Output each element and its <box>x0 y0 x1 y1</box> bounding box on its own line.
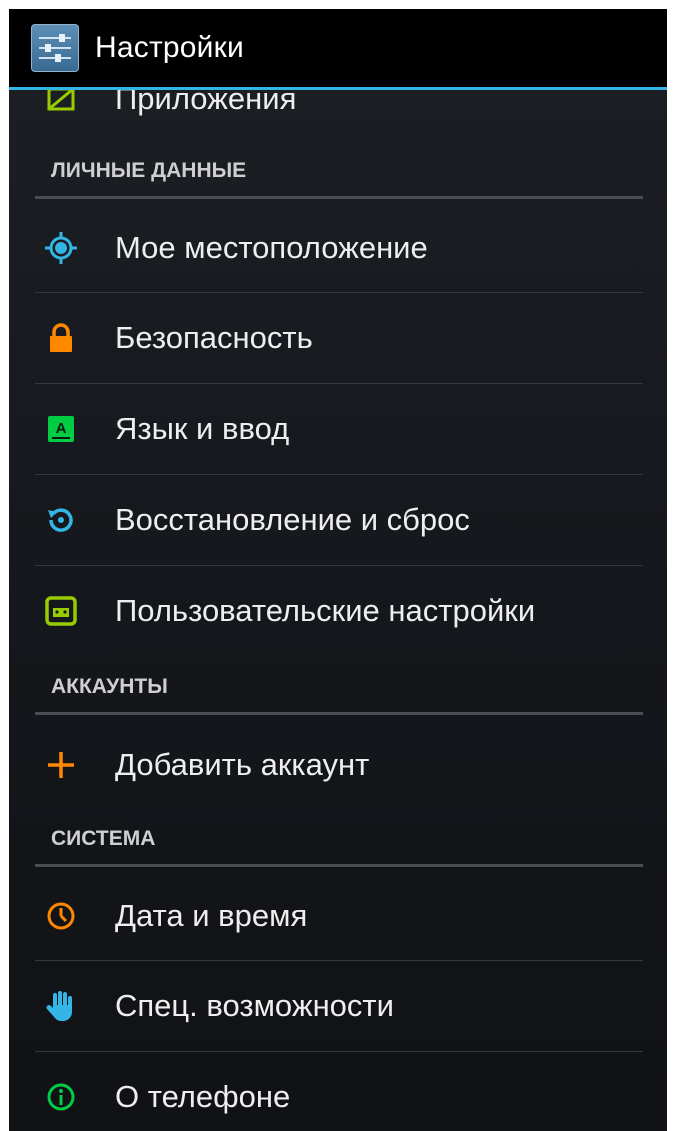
settings-item-backup[interactable]: Восстановление и сброс <box>35 475 643 565</box>
settings-item-label: Добавить аккаунт <box>115 747 370 782</box>
clock-icon <box>41 896 81 936</box>
settings-item-label: Мое местоположение <box>115 230 428 265</box>
info-icon <box>41 1077 81 1117</box>
android-custom-icon <box>41 591 81 631</box>
settings-sliders-icon[interactable] <box>31 24 79 72</box>
section-header-text: СИСТЕМА <box>51 827 156 850</box>
settings-item-datetime[interactable]: Дата и время <box>35 872 643 960</box>
section-header-text: ЛИЧНЫЕ ДАННЫЕ <box>51 159 247 182</box>
keyboard-language-icon: A <box>41 409 81 449</box>
hand-icon <box>41 986 81 1026</box>
settings-item-label: Пользовательские настройки <box>115 593 536 628</box>
section-header-accounts: АККАУНТЫ <box>35 675 643 720</box>
svg-text:A: A <box>56 420 67 437</box>
settings-item-security[interactable]: Безопасность <box>35 293 643 383</box>
settings-item-custom[interactable]: Пользовательские настройки <box>35 566 643 656</box>
section-header-text: АККАУНТЫ <box>51 675 168 698</box>
settings-item-location[interactable]: Мое местоположение <box>35 204 643 292</box>
settings-item-accessibility[interactable]: Спец. возможности <box>35 961 643 1051</box>
app-title: Настройки <box>95 31 244 64</box>
plus-icon <box>41 745 81 785</box>
section-header-system: СИСТЕМА <box>35 827 643 872</box>
section-header-line <box>35 864 643 867</box>
settings-item-language[interactable]: A Язык и ввод <box>35 384 643 474</box>
settings-item-label: Восстановление и сброс <box>115 502 470 537</box>
settings-item-label: Дата и время <box>115 898 308 933</box>
settings-list[interactable]: Приложения ЛИЧНЫЕ ДАННЫЕ Мое местоположе… <box>9 9 667 1131</box>
settings-item-label: Спец. возможности <box>115 988 394 1023</box>
section-header-line <box>35 712 643 715</box>
settings-item-add-account[interactable]: Добавить аккаунт <box>35 720 643 810</box>
settings-item-about[interactable]: О телефоне <box>35 1052 643 1131</box>
settings-screen: Настройки Приложения ЛИЧНЫЕ ДАННЫЕ Мое м… <box>9 9 667 1131</box>
settings-item-label: О телефоне <box>115 1079 291 1114</box>
section-header-line <box>35 196 643 199</box>
backup-reset-icon <box>41 500 81 540</box>
action-bar: Настройки <box>9 9 667 90</box>
location-icon <box>41 228 81 268</box>
settings-item-label: Безопасность <box>115 320 313 355</box>
settings-item-label: Язык и ввод <box>115 411 290 446</box>
section-header-personal: ЛИЧНЫЕ ДАННЫЕ <box>35 159 643 204</box>
lock-icon <box>41 318 81 358</box>
